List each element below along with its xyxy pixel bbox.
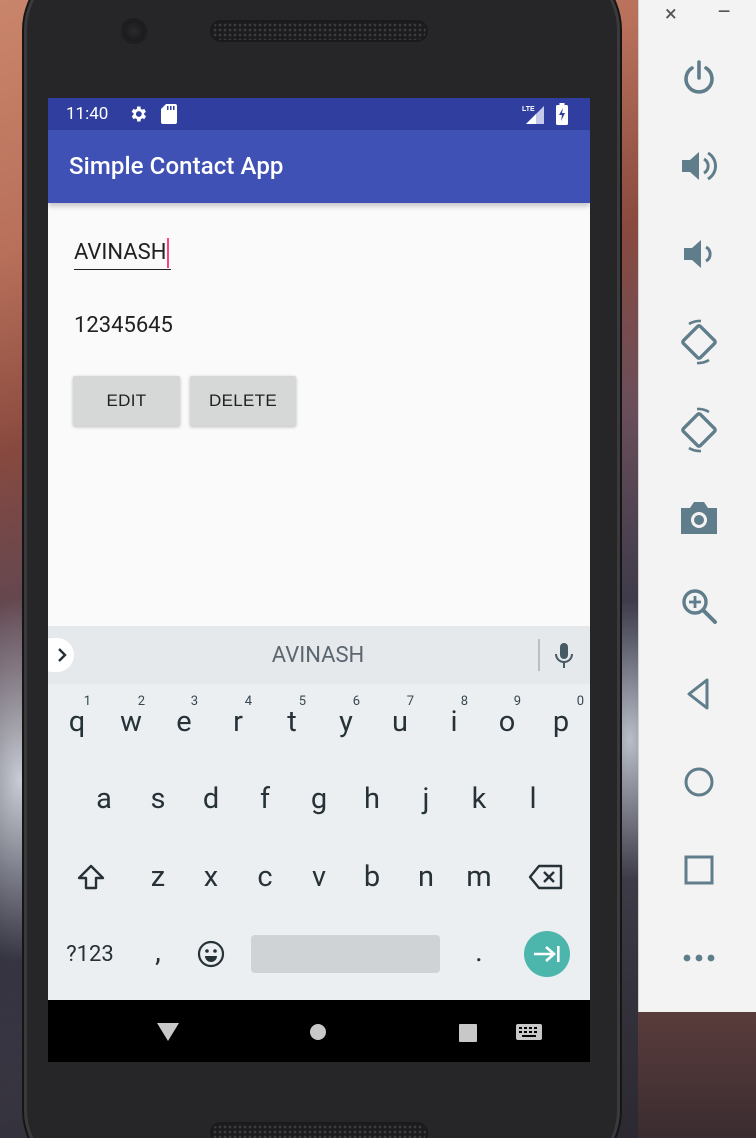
key-c[interactable]: c (239, 847, 291, 907)
desktop-background-corner (638, 1012, 756, 1138)
network-type-label: LTE (522, 106, 535, 113)
microphone-icon[interactable] (554, 642, 574, 670)
backspace-key[interactable] (520, 847, 572, 907)
key-j[interactable]: j (400, 769, 452, 829)
space-bar[interactable] (251, 935, 440, 973)
shift-key[interactable] (65, 847, 117, 907)
battery-charging-icon (556, 103, 568, 125)
rotate-left-button[interactable] (675, 318, 723, 366)
name-input-field[interactable]: AVINASH (74, 236, 172, 270)
key-f[interactable]: f (239, 769, 291, 829)
rotate-right-button[interactable] (675, 406, 723, 454)
key-p[interactable]: p0 (535, 692, 587, 752)
close-emulator-button[interactable]: × (665, 2, 677, 27)
recents-icon[interactable] (458, 1023, 478, 1043)
symbols-key[interactable]: ?123 (64, 924, 116, 984)
overview-icon (684, 855, 714, 885)
emoji-key[interactable] (185, 924, 237, 984)
period-key[interactable]: . (453, 922, 505, 982)
key-m[interactable]: m (453, 847, 505, 907)
camera-icon (681, 502, 717, 534)
key-x[interactable]: x (185, 847, 237, 907)
key-u[interactable]: u7 (374, 692, 426, 752)
chevron-right-icon (58, 648, 67, 662)
system-navigation-bar (48, 1000, 590, 1062)
key-v[interactable]: v (293, 847, 345, 907)
comma-key[interactable]: , (132, 922, 184, 982)
key-b[interactable]: b (346, 847, 398, 907)
power-button[interactable] (675, 54, 723, 102)
text-cursor (167, 237, 170, 268)
phone-number-field[interactable]: 12345645 (74, 313, 173, 338)
key-s[interactable]: s (132, 769, 184, 829)
zoom-icon (682, 589, 717, 624)
more-options-button[interactable] (675, 934, 723, 982)
key-g[interactable]: g (293, 769, 345, 829)
cell-signal-icon: LTE (522, 106, 544, 124)
app-toolbar: Simple Contact App (48, 130, 590, 203)
delete-button[interactable]: DELETE (190, 376, 296, 426)
soft-keyboard: q1 w2 e3 r4 t5 y6 u7 i8 o9 p0 a s d f g … (48, 684, 590, 1000)
top-speaker-grille (210, 20, 428, 42)
keyboard-suggestion-strip: AVINASH (48, 626, 590, 684)
settings-notification-icon (131, 106, 146, 122)
volume-up-icon (682, 151, 718, 181)
key-n[interactable]: n (400, 847, 452, 907)
key-l[interactable]: l (507, 769, 559, 829)
key-e[interactable]: e3 (158, 692, 210, 752)
next-action-key[interactable] (524, 931, 570, 977)
backspace-icon (528, 864, 563, 890)
key-o[interactable]: o9 (481, 692, 533, 752)
emoji-icon (197, 940, 225, 968)
status-time: 11:40 (66, 104, 109, 124)
key-q[interactable]: q1 (51, 692, 103, 752)
key-a[interactable]: a (78, 769, 130, 829)
key-w[interactable]: w2 (105, 692, 157, 752)
key-t[interactable]: t5 (266, 692, 318, 752)
key-z[interactable]: z (132, 847, 184, 907)
emulator-controls-panel: × – (638, 0, 756, 1012)
volume-up-button[interactable] (675, 142, 723, 190)
screenshot-button[interactable] (675, 494, 723, 542)
edit-button[interactable]: EDIT (73, 376, 180, 426)
suggestion-divider (538, 639, 540, 671)
emulator-overview-button[interactable] (675, 846, 723, 894)
key-y[interactable]: y6 (320, 692, 372, 752)
rotate-left-icon (681, 319, 717, 365)
tab-next-icon (534, 946, 560, 962)
key-i[interactable]: i8 (428, 692, 480, 752)
more-icon (683, 954, 715, 962)
key-k[interactable]: k (453, 769, 505, 829)
rotate-right-icon (681, 407, 717, 453)
volume-down-button[interactable] (675, 230, 723, 278)
home-icon (684, 767, 714, 797)
emulator-back-button[interactable] (675, 670, 723, 718)
app-title: Simple Contact App (69, 152, 284, 180)
sd-card-icon (161, 104, 177, 124)
status-bar: 11:40 LTE (48, 98, 590, 130)
minimize-emulator-button[interactable]: – (717, 0, 731, 25)
device-screen: 11:40 LTE Simple Contact App AVINASH 123… (48, 98, 590, 1062)
key-d[interactable]: d (185, 769, 237, 829)
front-camera (121, 18, 147, 44)
key-r[interactable]: r4 (212, 692, 264, 752)
volume-down-icon (684, 240, 712, 268)
back-icon (687, 678, 709, 710)
keyboard-switch-icon[interactable] (515, 1023, 543, 1041)
back-icon[interactable] (156, 1022, 180, 1042)
home-icon[interactable] (309, 1023, 327, 1041)
key-h[interactable]: h (346, 769, 398, 829)
zoom-button[interactable] (675, 582, 723, 630)
name-input-value: AVINASH (74, 240, 167, 265)
emulator-home-button[interactable] (675, 758, 723, 806)
bottom-speaker-grille (210, 1122, 428, 1138)
shift-icon (77, 864, 105, 890)
suggestion-word[interactable]: AVINASH (48, 626, 588, 684)
power-icon (684, 60, 714, 94)
